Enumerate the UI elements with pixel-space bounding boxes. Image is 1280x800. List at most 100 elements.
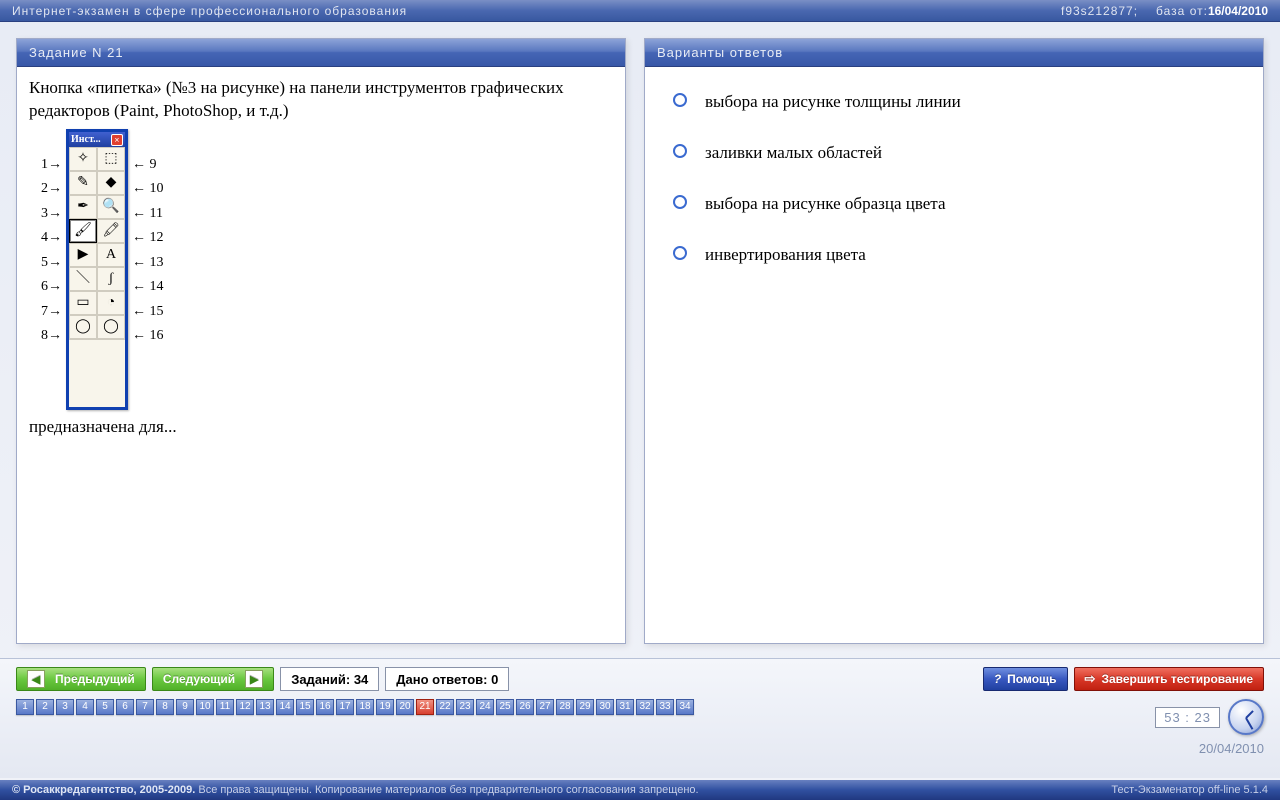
row-label: 2→ (41, 177, 62, 202)
tasks-count: Заданий: 34 (280, 667, 379, 691)
row-label: ← 15 (132, 300, 164, 325)
tool-cell: ＼ (69, 267, 97, 291)
tool-cell: 🔍 (97, 195, 125, 219)
radio-icon (673, 195, 687, 209)
qnav-button[interactable]: 31 (616, 699, 634, 715)
qnav-button[interactable]: 2 (36, 699, 54, 715)
qnav-button[interactable]: 20 (396, 699, 414, 715)
row-label: 1→ (41, 153, 62, 178)
arrow-left-icon: ◀ (27, 670, 45, 688)
answer-option[interactable]: инвертирования цвета (645, 230, 1263, 281)
answer-option[interactable]: выбора на рисунке толщины линии (645, 77, 1263, 128)
row-label: 4→ (41, 226, 62, 251)
row-label: 8→ (41, 324, 62, 349)
qnav-button[interactable]: 11 (216, 699, 234, 715)
row-label: ← 10 (132, 177, 164, 202)
session-id: f93s212877; (1061, 4, 1138, 18)
qnav-button[interactable]: 4 (76, 699, 94, 715)
row-label: 3→ (41, 202, 62, 227)
qnav-button[interactable]: 21 (416, 699, 434, 715)
qnav-button[interactable]: 6 (116, 699, 134, 715)
answer-option[interactable]: выбора на рисунке образца цвета (645, 179, 1263, 230)
tool-cell: ◯ (97, 315, 125, 339)
qnav-button[interactable]: 27 (536, 699, 554, 715)
qnav-button[interactable]: 17 (336, 699, 354, 715)
tool-cell: ✎ (69, 171, 97, 195)
qnav-button[interactable]: 18 (356, 699, 374, 715)
qnav-button[interactable]: 15 (296, 699, 314, 715)
qnav-button[interactable]: 1 (16, 699, 34, 715)
finish-button[interactable]: ⇨ Завершить тестирование (1074, 667, 1264, 691)
help-icon: ? (994, 672, 1001, 686)
qnav-button[interactable]: 30 (596, 699, 614, 715)
db-info: база от:16/04/2010 (1156, 4, 1268, 18)
row-label: 5→ (41, 251, 62, 276)
tool-cell: ▶ (69, 243, 97, 267)
row-label: ← 16 (132, 324, 164, 349)
qnav-button[interactable]: 29 (576, 699, 594, 715)
question-nav: 1234567891011121314151617181920212223242… (0, 697, 1280, 715)
radio-icon (673, 246, 687, 260)
qnav-button[interactable]: 5 (96, 699, 114, 715)
qnav-button[interactable]: 25 (496, 699, 514, 715)
qnav-button[interactable]: 13 (256, 699, 274, 715)
row-label: 7→ (41, 300, 62, 325)
answer-text: заливки малых областей (705, 142, 882, 165)
toolbox-titlebar: Инст... × (69, 132, 125, 148)
qnav-button[interactable]: 34 (676, 699, 694, 715)
answers-panel: Варианты ответов выбора на рисунке толщи… (644, 38, 1264, 644)
tool-cell: 🖌 (69, 219, 97, 243)
radio-icon (673, 144, 687, 158)
help-button[interactable]: ? Помощь (983, 667, 1068, 691)
bottom-controls: ◀ Предыдущий Следующий ▶ Заданий: 34 Дан… (0, 658, 1280, 778)
exit-icon: ⇨ (1085, 671, 1096, 687)
top-bar: Интернет-экзамен в сфере профессионально… (0, 0, 1280, 22)
qnav-button[interactable]: 14 (276, 699, 294, 715)
row-label: ← 12 (132, 226, 164, 251)
footer: © Росаккредагентство, 2005-2009. Все пра… (0, 780, 1280, 800)
toolbox-window: Инст... × ✧⬚✎◆✒🔍🖌🖍▶A＼ʃ▭◔◯◯ (66, 129, 128, 411)
question-text-before: Кнопка «пипетка» (№3 на рисунке) на пане… (29, 77, 613, 123)
answer-option[interactable]: заливки малых областей (645, 128, 1263, 179)
qnav-button[interactable]: 22 (436, 699, 454, 715)
qnav-button[interactable]: 8 (156, 699, 174, 715)
qnav-button[interactable]: 3 (56, 699, 74, 715)
qnav-button[interactable]: 12 (236, 699, 254, 715)
question-header: Задание N 21 (17, 39, 625, 67)
answers-header: Варианты ответов (645, 39, 1263, 67)
qnav-button[interactable]: 19 (376, 699, 394, 715)
qnav-button[interactable]: 33 (656, 699, 674, 715)
tool-cell: A (97, 243, 125, 267)
qnav-button[interactable]: 26 (516, 699, 534, 715)
tool-cell: ◆ (97, 171, 125, 195)
qnav-button[interactable]: 9 (176, 699, 194, 715)
next-button[interactable]: Следующий ▶ (152, 667, 274, 691)
qnav-button[interactable]: 16 (316, 699, 334, 715)
tool-cell: ⬚ (97, 147, 125, 171)
clock-icon (1228, 699, 1264, 735)
qnav-button[interactable]: 10 (196, 699, 214, 715)
answer-text: выбора на рисунке образца цвета (705, 193, 946, 216)
toolbox-figure: 1→2→3→4→5→6→7→8→ Инст... × ✧⬚✎◆✒🔍🖌🖍▶A＼ʃ▭… (41, 129, 613, 411)
tool-cell: ✒ (69, 195, 97, 219)
answer-text: выбора на рисунке толщины линии (705, 91, 961, 114)
qnav-button[interactable]: 32 (636, 699, 654, 715)
tool-cell: ▭ (69, 291, 97, 315)
qnav-button[interactable]: 7 (136, 699, 154, 715)
row-label: ← 13 (132, 251, 164, 276)
prev-button[interactable]: ◀ Предыдущий (16, 667, 146, 691)
question-panel: Задание N 21 Кнопка «пипетка» (№3 на рис… (16, 38, 626, 644)
qnav-button[interactable]: 24 (476, 699, 494, 715)
answered-count: Дано ответов: 0 (385, 667, 509, 691)
qnav-button[interactable]: 23 (456, 699, 474, 715)
row-label: 6→ (41, 275, 62, 300)
toolbox-swatch (69, 339, 125, 407)
row-label: ← 9 (132, 153, 164, 178)
tool-cell: ✧ (69, 147, 97, 171)
tool-cell: ◔ (97, 291, 125, 315)
tool-cell: 🖍 (97, 219, 125, 243)
qnav-button[interactable]: 28 (556, 699, 574, 715)
tool-cell: ʃ (97, 267, 125, 291)
radio-icon (673, 93, 687, 107)
arrow-right-icon: ▶ (245, 670, 263, 688)
